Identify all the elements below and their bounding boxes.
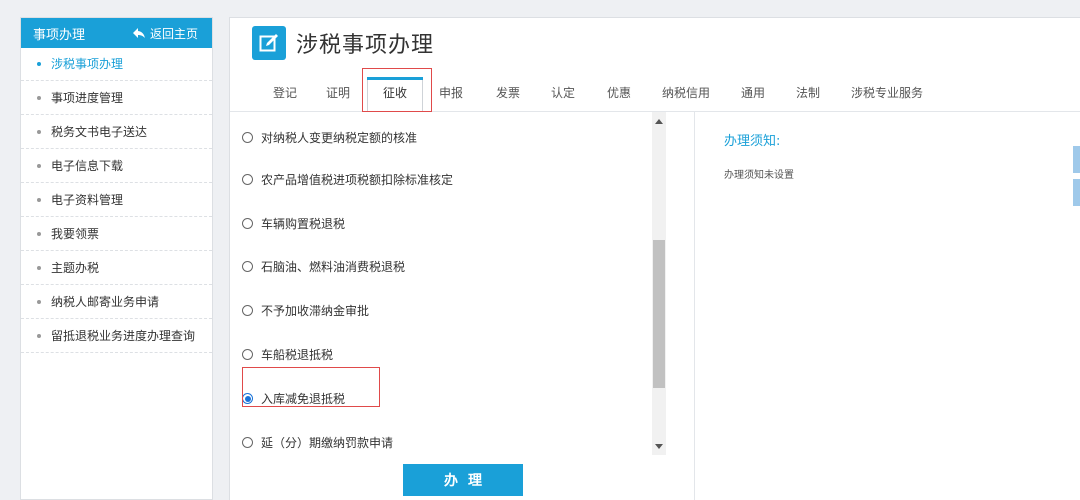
sidebar-item-invoice[interactable]: 我要领票 <box>21 217 212 251</box>
sidebar-item-label: 留抵退税业务进度办理查询 <box>51 329 196 343</box>
process-button[interactable]: 办理 <box>403 464 523 496</box>
bullet-icon <box>37 62 41 66</box>
option-item[interactable]: 不予加收滞纳金审批 <box>242 302 369 319</box>
sidebar: 事项办理 返回主页 涉税事项办理 事项进度管理 税务文书电子送达 电子信息下载 … <box>20 17 213 500</box>
sidebar-item-download[interactable]: 电子信息下载 <box>21 149 212 183</box>
radio-button[interactable] <box>242 261 253 272</box>
option-list: 对纳税人变更纳税定额的核准 农产品增值税进项税额扣除标准核定 车辆购置税退税 石… <box>242 112 668 455</box>
tab-general[interactable]: 通用 <box>741 84 765 101</box>
option-item[interactable]: 石脑油、燃料油消费税退税 <box>242 258 405 275</box>
sidebar-item-refund-query[interactable]: 留抵退税业务进度办理查询 <box>21 319 212 353</box>
sidebar-item-label: 电子资料管理 <box>51 193 124 207</box>
title-row: 涉税事项办理 <box>252 26 434 60</box>
notes-text: 办理须知未设置 <box>724 170 794 181</box>
option-list-scrollbar[interactable] <box>652 112 666 455</box>
radio-button[interactable] <box>242 305 253 316</box>
radio-button-checked[interactable] <box>242 393 253 404</box>
option-label: 石脑油、燃料油消费税退税 <box>261 260 406 274</box>
notes-divider <box>694 112 695 500</box>
bullet-icon <box>37 266 41 270</box>
sidebar-item-label: 电子信息下载 <box>51 159 124 173</box>
tab-declaration[interactable]: 申报 <box>439 84 463 101</box>
tab-bar: 登记 证明 征收 申报 发票 认定 优惠 纳税信用 通用 法制 涉税专业服务 <box>230 72 1080 112</box>
tab-recognition[interactable]: 认定 <box>551 84 575 101</box>
option-item[interactable]: 车辆购置税退税 <box>242 215 345 232</box>
tab-preferential[interactable]: 优惠 <box>607 84 631 101</box>
sidebar-item-label: 涉税事项办理 <box>51 57 124 71</box>
scroll-down-icon[interactable] <box>652 439 666 453</box>
option-item[interactable]: 农产品增值税进项税额扣除标准核定 <box>242 171 453 188</box>
tab-certificate[interactable]: 证明 <box>326 84 350 101</box>
edit-icon <box>252 26 286 60</box>
tab-registration[interactable]: 登记 <box>273 84 297 101</box>
sidebar-item-label: 主题办税 <box>51 261 100 275</box>
bullet-icon <box>37 96 41 100</box>
tab-invoice[interactable]: 发票 <box>496 84 520 101</box>
option-label: 车船税退抵税 <box>261 348 334 362</box>
sidebar-item-mail[interactable]: 纳税人邮寄业务申请 <box>21 285 212 319</box>
radio-button[interactable] <box>242 218 253 229</box>
option-label: 延（分）期缴纳罚款申请 <box>261 436 394 450</box>
option-label: 不予加收滞纳金审批 <box>261 304 370 318</box>
tab-tax-credit[interactable]: 纳税信用 <box>662 84 710 101</box>
bullet-icon <box>37 334 41 338</box>
back-home-label: 返回主页 <box>149 26 198 41</box>
option-label: 入库减免退抵税 <box>261 392 346 406</box>
radio-button[interactable] <box>242 437 253 448</box>
option-label: 对纳税人变更纳税定额的核准 <box>261 131 418 145</box>
radio-button[interactable] <box>242 132 253 143</box>
bullet-icon <box>37 164 41 168</box>
option-item-selected[interactable]: 入库减免退抵税 <box>242 390 345 407</box>
scroll-up-icon[interactable] <box>652 114 666 128</box>
sidebar-item-label: 事项进度管理 <box>51 91 124 105</box>
option-label: 车辆购置税退税 <box>261 217 346 231</box>
sidebar-item-e-delivery[interactable]: 税务文书电子送达 <box>21 115 212 149</box>
bullet-icon <box>37 130 41 134</box>
sidebar-item-progress[interactable]: 事项进度管理 <box>21 81 212 115</box>
sidebar-title: 事项办理 <box>33 27 86 43</box>
sidebar-item-label: 税务文书电子送达 <box>51 125 148 139</box>
tab-collection[interactable]: 征收 <box>367 77 424 112</box>
sidebar-header: 事项办理 返回主页 <box>21 18 212 48</box>
back-home-button[interactable]: 返回主页 <box>132 25 198 42</box>
bullet-icon <box>37 232 41 236</box>
bullet-icon <box>37 300 41 304</box>
radio-button[interactable] <box>242 174 253 185</box>
tab-tax-services[interactable]: 涉税专业服务 <box>851 84 923 101</box>
radio-button[interactable] <box>242 349 253 360</box>
scroll-thumb[interactable] <box>653 240 665 388</box>
bullet-icon <box>37 198 41 202</box>
side-float-tab[interactable] <box>1073 179 1080 206</box>
main-panel: 涉税事项办理 登记 证明 征收 申报 发票 认定 优惠 纳税信用 通用 法制 涉… <box>229 17 1080 500</box>
page-title: 涉税事项办理 <box>296 33 435 58</box>
sidebar-item-label: 我要领票 <box>51 227 100 241</box>
side-float-tab[interactable] <box>1073 146 1080 173</box>
tab-legal[interactable]: 法制 <box>796 84 820 101</box>
sidebar-item-label: 纳税人邮寄业务申请 <box>51 295 160 309</box>
notes-title: 办理须知: <box>724 134 781 149</box>
sidebar-item-e-documents[interactable]: 电子资料管理 <box>21 183 212 217</box>
sidebar-item-theme[interactable]: 主题办税 <box>21 251 212 285</box>
back-arrow-icon <box>132 28 145 38</box>
option-item[interactable]: 延（分）期缴纳罚款申请 <box>242 434 393 451</box>
option-item[interactable]: 车船税退抵税 <box>242 346 333 363</box>
option-label: 农产品增值税进项税额扣除标准核定 <box>261 173 454 187</box>
sidebar-item-tax-matters[interactable]: 涉税事项办理 <box>21 48 212 81</box>
option-item[interactable]: 对纳税人变更纳税定额的核准 <box>242 129 417 146</box>
